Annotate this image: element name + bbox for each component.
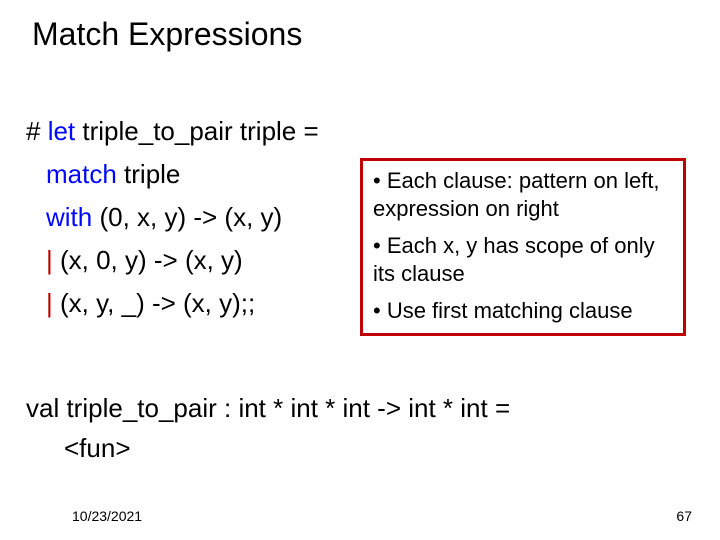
bullet-3: • Use first matching clause	[373, 297, 673, 325]
code-line-4-rest: (x, 0, y) -> (x, y)	[53, 245, 243, 275]
keyword-with: with	[46, 202, 92, 232]
callout-box: • Each clause: pattern on left, expressi…	[360, 158, 686, 336]
slide-title: Match Expressions	[32, 16, 302, 53]
bullet-2: • Each x, y has scope of only its clause	[373, 232, 673, 287]
code-block: # let triple_to_pair triple = match trip…	[26, 110, 356, 324]
code-line-1: # let triple_to_pair triple =	[26, 110, 356, 153]
keyword-let: let	[48, 116, 75, 146]
code-line-1-rest: triple_to_pair triple =	[75, 116, 319, 146]
code-line-2-rest: triple	[117, 159, 181, 189]
val-output: val triple_to_pair : int * int * int -> …	[26, 388, 686, 469]
val-line-1: val triple_to_pair : int * int * int -> …	[26, 388, 686, 428]
pattern-bar-2: |	[46, 288, 53, 318]
val-line-2: <fun>	[26, 428, 686, 468]
code-line-3-rest: (0, x, y) -> (x, y)	[92, 202, 282, 232]
code-line-2: match triple	[26, 153, 356, 196]
code-line-5: | (x, y, _) -> (x, y);;	[26, 282, 356, 325]
keyword-match: match	[46, 159, 117, 189]
code-prompt: #	[26, 116, 48, 146]
slide: Match Expressions # let triple_to_pair t…	[0, 0, 720, 540]
bullet-1: • Each clause: pattern on left, expressi…	[373, 167, 673, 222]
footer-date: 10/23/2021	[72, 508, 142, 524]
pattern-bar-1: |	[46, 245, 53, 275]
code-line-4: | (x, 0, y) -> (x, y)	[26, 239, 356, 282]
footer-page-number: 67	[676, 508, 692, 524]
code-line-3: with (0, x, y) -> (x, y)	[26, 196, 356, 239]
code-line-5-rest: (x, y, _) -> (x, y);;	[53, 288, 255, 318]
